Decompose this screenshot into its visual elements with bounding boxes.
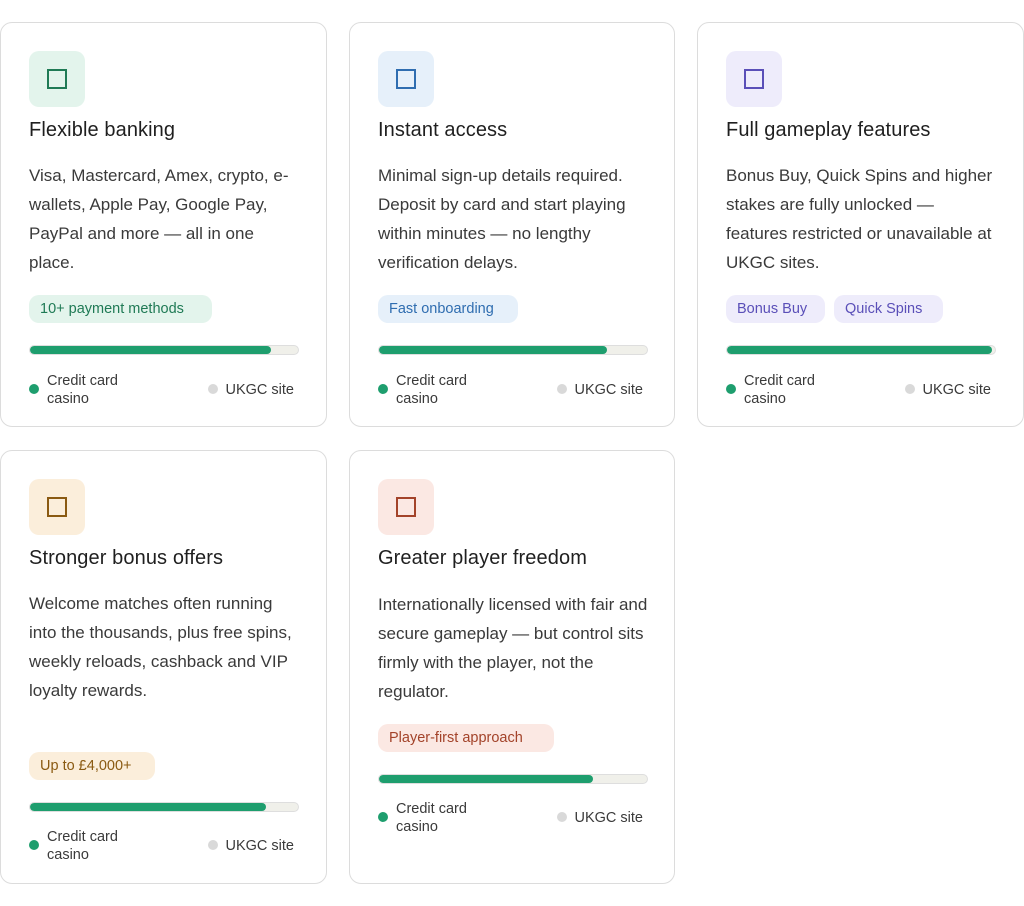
badge-row: Bonus Buy Quick Spins — [726, 295, 943, 323]
legend-dot-green — [726, 384, 736, 394]
badge-row: Fast onboarding — [378, 295, 518, 323]
square-outline-icon — [47, 69, 67, 89]
legend-dot-green — [378, 812, 388, 822]
card-title: Greater player freedom — [378, 547, 587, 569]
comparison-bar — [726, 345, 996, 355]
card-instant-access: Instant access Minimal sign-up details r… — [349, 22, 675, 427]
card-icon-wrap — [29, 51, 85, 107]
feature-badge: Player-first approach — [378, 724, 554, 752]
feature-grid: Flexible banking Visa, Mastercard, Amex,… — [0, 0, 1024, 906]
legend-credit-card: Credit card casino — [378, 800, 506, 836]
feature-badge: Bonus Buy — [726, 295, 825, 323]
badge-row: 10+ payment methods — [29, 295, 212, 323]
feature-badge: Fast onboarding — [378, 295, 518, 323]
feature-badge: 10+ payment methods — [29, 295, 212, 323]
square-outline-icon — [396, 497, 416, 517]
feature-badge: Up to £4,000+ — [29, 752, 155, 780]
legend-dot-green — [29, 384, 39, 394]
legend-ukgc: UKGC site — [556, 809, 643, 827]
square-outline-icon — [47, 497, 67, 517]
feature-badge: Quick Spins — [834, 295, 943, 323]
credit-card-bar-fill — [30, 803, 266, 811]
legend-credit-card: Credit card casino — [29, 828, 157, 864]
legend-dot-grey — [556, 384, 567, 394]
legend-ukgc: UKGC site — [207, 837, 294, 855]
card-flexible-banking: Flexible banking Visa, Mastercard, Amex,… — [0, 22, 327, 427]
credit-card-bar-fill — [379, 775, 594, 783]
legend-dot-grey — [207, 840, 218, 850]
legend-credit-card: Credit card casino — [726, 372, 854, 408]
credit-card-bar-fill — [30, 346, 272, 354]
credit-card-bar-fill — [727, 346, 993, 354]
card-title: Full gameplay features — [726, 119, 931, 141]
card-stronger-bonus-offers: Stronger bonus offers Welcome matches of… — [0, 450, 327, 884]
card-description: Bonus Buy, Quick Spins and higher stakes… — [726, 166, 993, 272]
card-title: Instant access — [378, 119, 508, 141]
card-greater-player-freedom: Greater player freedom Internationally l… — [349, 450, 675, 884]
card-title: Stronger bonus offers — [29, 547, 224, 569]
comparison-bar — [29, 802, 299, 812]
credit-card-bar-fill — [379, 346, 607, 354]
card-description: Visa, Mastercard, Amex, crypto, e-wallet… — [29, 166, 289, 272]
legend-dot-grey — [556, 812, 567, 822]
card-title: Flexible banking — [29, 119, 176, 141]
comparison-bar — [378, 774, 648, 784]
square-outline-icon — [744, 69, 764, 89]
card-icon-wrap — [378, 51, 434, 107]
comparison-bar — [378, 345, 648, 355]
legend-ukgc: UKGC site — [556, 381, 643, 399]
comparison-bar — [29, 345, 299, 355]
legend-ukgc: UKGC site — [207, 381, 294, 399]
card-full-gameplay-features: Full gameplay features Bonus Buy, Quick … — [697, 22, 1024, 427]
square-outline-icon — [396, 69, 416, 89]
card-icon-wrap — [29, 479, 85, 535]
badge-row: Up to £4,000+ — [29, 752, 155, 780]
legend-dot-grey — [207, 384, 218, 394]
legend-dot-green — [29, 840, 39, 850]
card-icon-wrap — [726, 51, 782, 107]
card-description: Welcome matches often running into the t… — [29, 594, 292, 700]
badge-row: Player-first approach — [378, 724, 554, 752]
card-description: Internationally licensed with fair and s… — [378, 595, 648, 701]
legend-ukgc: UKGC site — [904, 381, 991, 399]
card-icon-wrap — [378, 479, 434, 535]
card-description: Minimal sign-up details required. Deposi… — [378, 166, 626, 272]
legend-credit-card: Credit card casino — [29, 372, 157, 408]
legend-dot-green — [378, 384, 388, 394]
legend-credit-card: Credit card casino — [378, 372, 506, 408]
legend-dot-grey — [904, 384, 915, 394]
